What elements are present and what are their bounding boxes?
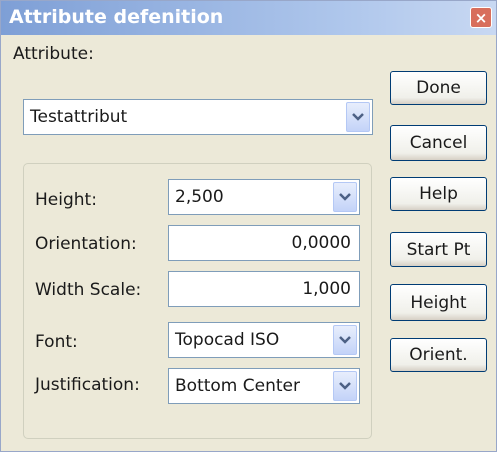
orientation-field[interactable]: 0,0000 [168,225,360,261]
close-icon: × [474,9,488,27]
orient-button[interactable]: Orient. [390,338,487,372]
justification-select[interactable]: Bottom Center [168,368,360,404]
width-scale-field-value: 1,000 [302,279,351,299]
close-button[interactable]: × [470,7,492,28]
attribute-select-value: Testattribut [30,107,128,127]
start-pt-button[interactable]: Start Pt [390,232,487,267]
font-select[interactable]: Topocad ISO [168,322,360,358]
orientation-field-value: 0,0000 [291,233,351,253]
height-select[interactable]: 2,500 [168,179,360,215]
attribute-select[interactable]: Testattribut [23,99,373,135]
height-button[interactable]: Height [390,284,487,321]
font-select-value: Topocad ISO [175,330,280,350]
height-label: Height: [35,190,97,210]
cancel-button[interactable]: Cancel [390,125,487,161]
width-scale-label: Width Scale: [35,280,142,300]
attribute-label: Attribute: [13,44,94,64]
done-button[interactable]: Done [390,71,487,105]
width-scale-field[interactable]: 1,000 [168,271,360,307]
justification-select-value: Bottom Center [175,376,300,396]
justification-label: Justification: [35,375,140,395]
help-button[interactable]: Help [390,177,487,211]
title-bar[interactable]: Attribute defenition × [1,1,496,35]
orientation-label: Orientation: [35,234,137,254]
chevron-down-icon[interactable] [333,325,357,355]
window-title: Attribute defenition [9,6,224,28]
chevron-down-icon[interactable] [333,371,357,401]
font-label: Font: [35,332,78,352]
chevron-down-icon[interactable] [346,102,370,132]
attribute-definition-dialog: Attribute defenition × Attribute: Testat… [0,0,497,452]
height-select-value: 2,500 [175,187,224,207]
chevron-down-icon[interactable] [333,182,357,212]
